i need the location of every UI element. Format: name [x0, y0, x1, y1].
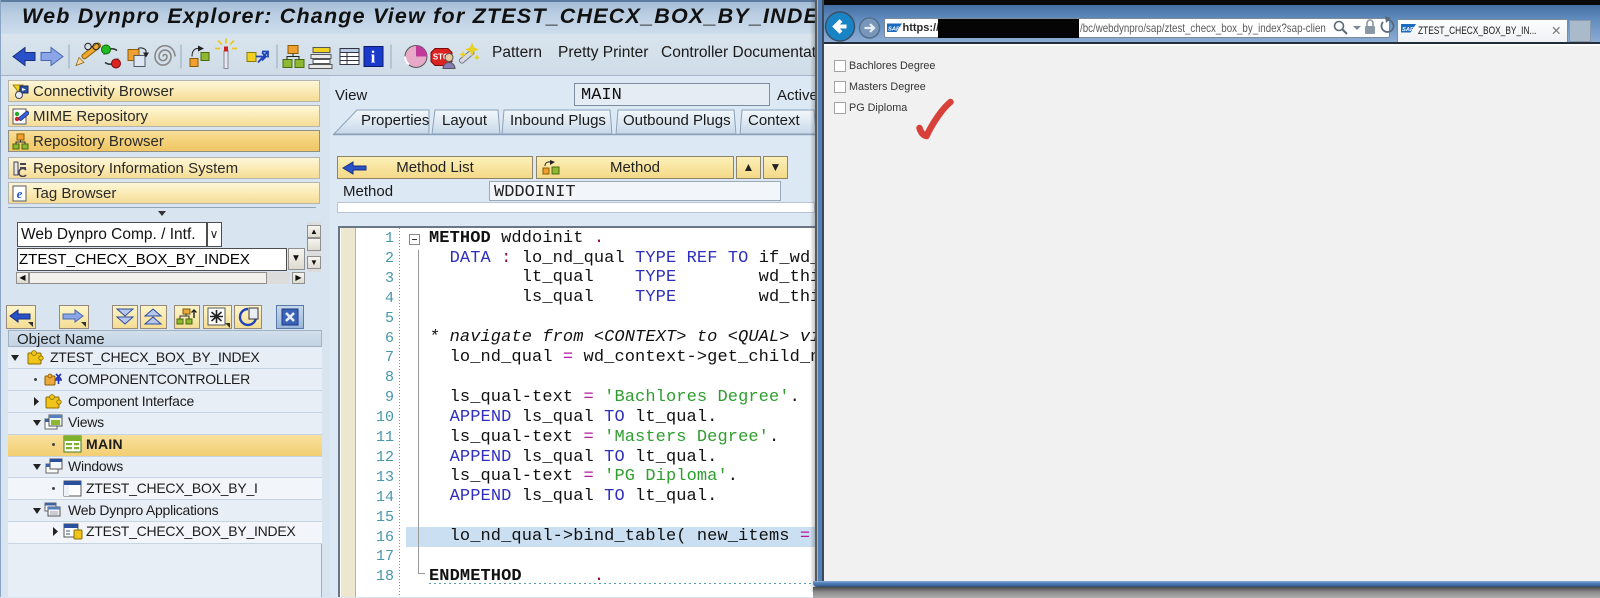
- svg-text:SAP: SAP: [1402, 27, 1414, 33]
- svg-text:i: i: [371, 48, 376, 67]
- svg-text:SAP: SAP: [888, 26, 900, 32]
- svg-text:e: e: [17, 186, 23, 201]
